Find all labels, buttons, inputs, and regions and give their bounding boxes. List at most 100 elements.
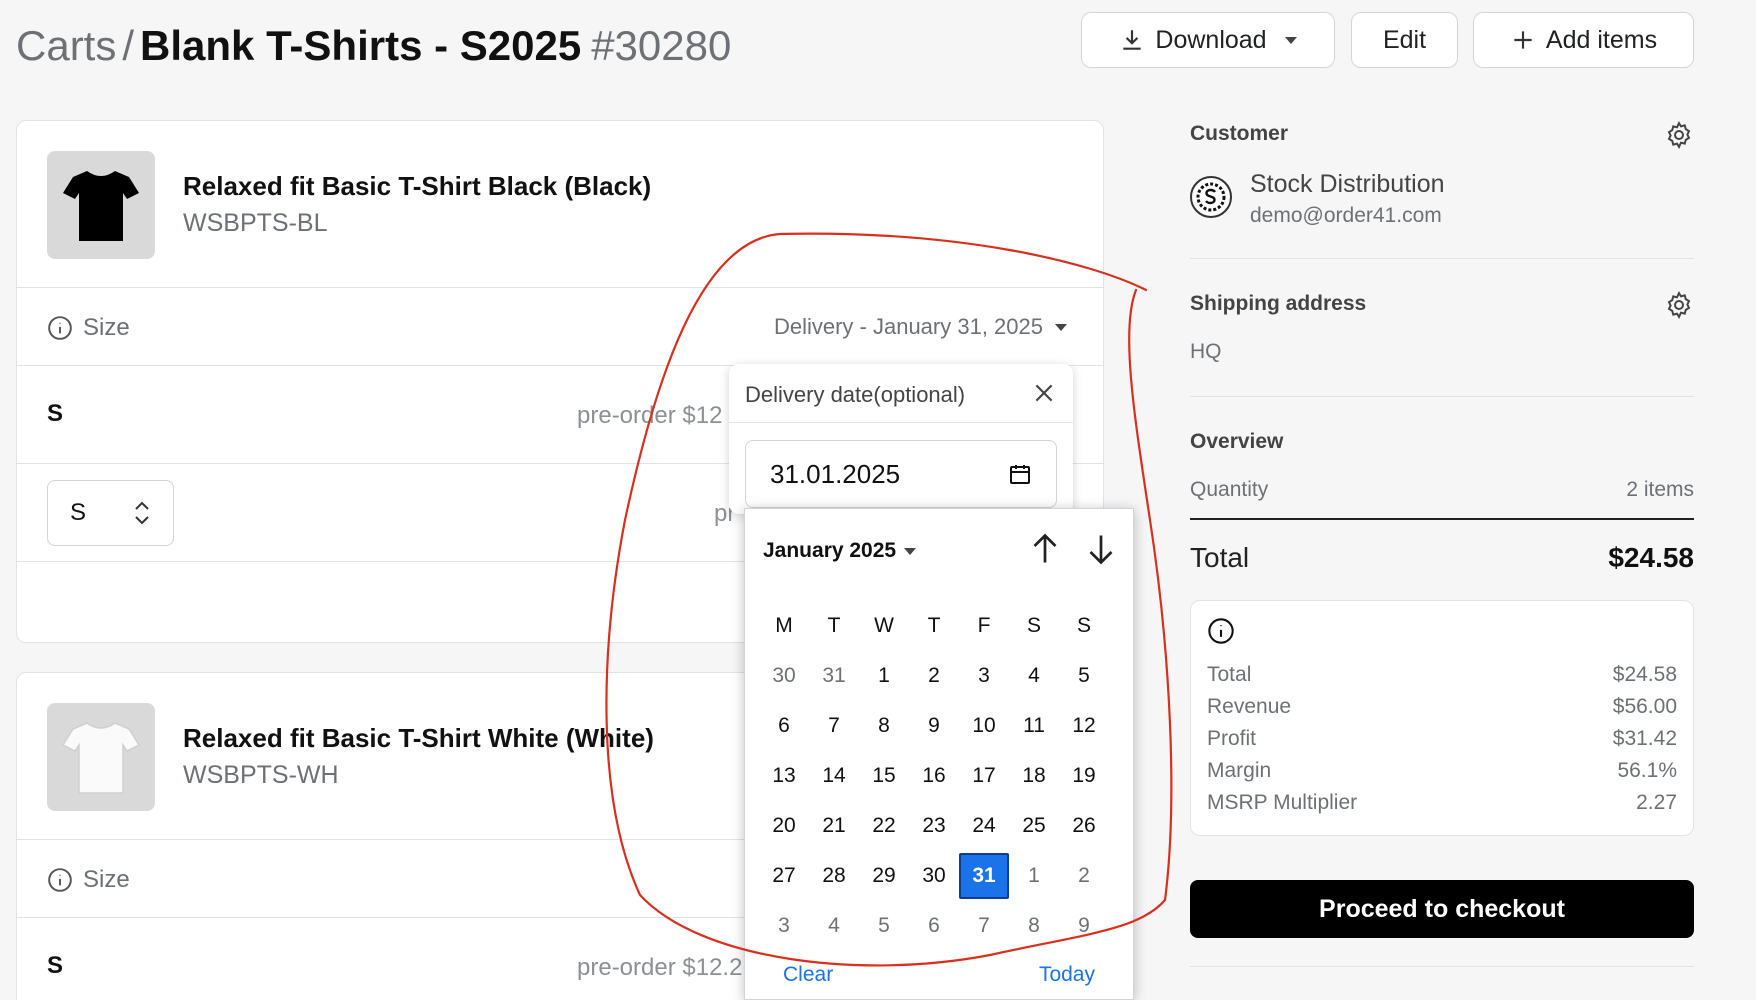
weekday-label: T (827, 614, 841, 637)
summary-label: Profit (1207, 727, 1257, 750)
product-sku: WSBPTS-WH (183, 761, 339, 789)
calendar-day[interactable]: 3 (959, 653, 1009, 699)
product-name[interactable]: Relaxed fit Basic T-Shirt White (White) (183, 723, 654, 754)
preorder-price: pre-order $12 (577, 402, 723, 429)
summary-label: Revenue (1207, 695, 1292, 718)
avatar (1190, 176, 1232, 218)
weekday-label: F (977, 614, 991, 637)
product-name[interactable]: Relaxed fit Basic T-Shirt Black (Black) (183, 171, 651, 202)
calendar-day[interactable]: 17 (959, 753, 1009, 799)
calendar-day[interactable]: 31 (959, 853, 1009, 899)
calendar-day[interactable]: 5 (859, 903, 909, 949)
date-input[interactable]: 31.01.2025 (745, 440, 1057, 508)
size-select[interactable]: S (47, 480, 174, 546)
calendar-day[interactable]: 7 (809, 703, 859, 749)
size-label: Size (47, 314, 130, 342)
customer-title: Customer (1190, 122, 1289, 145)
calendar-day[interactable]: 14 (809, 753, 859, 799)
calendar-day[interactable]: 27 (759, 853, 809, 899)
calendar-day[interactable]: 9 (909, 703, 959, 749)
download-button[interactable]: Download (1081, 12, 1335, 68)
calendar-day[interactable]: 11 (1009, 703, 1059, 749)
calendar-day[interactable]: 24 (959, 803, 1009, 849)
info-icon (48, 868, 72, 892)
calendar-day[interactable]: 31 (809, 653, 859, 699)
arrow-up-icon[interactable] (1027, 531, 1063, 567)
calendar-day[interactable]: 8 (859, 703, 909, 749)
calendar-day[interactable]: 19 (1059, 753, 1109, 799)
download-button-label: Download (1155, 25, 1267, 54)
divider (1190, 518, 1694, 520)
summary-row: MSRP Multiplier 2.27 (1207, 791, 1677, 815)
info-icon (1208, 618, 1234, 644)
calendar-day[interactable]: 4 (1009, 653, 1059, 699)
calendar-day[interactable]: 7 (959, 903, 1009, 949)
calendar-day[interactable]: 26 (1059, 803, 1109, 849)
add-items-button[interactable]: Add items (1473, 12, 1694, 68)
clear-button[interactable]: Clear (783, 963, 833, 987)
calendar-day[interactable]: 28 (809, 853, 859, 899)
size-label: Size (47, 866, 130, 894)
delivery-dropdown-label: Delivery - January 31, 2025 (773, 314, 1043, 339)
breadcrumb-carts[interactable]: Carts (16, 22, 116, 70)
calendar-day[interactable]: 2 (909, 653, 959, 699)
calendar-icon[interactable] (1008, 462, 1032, 486)
calendar-day[interactable]: 13 (759, 753, 809, 799)
calendar-day[interactable]: 25 (1009, 803, 1059, 849)
calendar-day[interactable]: 2 (1059, 853, 1109, 899)
arrow-down-icon[interactable] (1083, 531, 1119, 567)
calendar-day[interactable]: 21 (809, 803, 859, 849)
variant-size: S (47, 952, 64, 979)
size-label-text: Size (83, 866, 130, 893)
summary-label: Margin (1207, 759, 1272, 782)
month-year-select[interactable]: January 2025 (763, 539, 917, 563)
product-thumbnail (47, 703, 155, 811)
calendar-day[interactable]: 30 (759, 653, 809, 699)
delivery-dropdown[interactable]: Delivery - January 31, 2025 (774, 314, 1067, 340)
edit-button[interactable]: Edit (1351, 12, 1458, 68)
calendar-day[interactable]: 9 (1059, 903, 1109, 949)
summary-row: Total $24.58 (1207, 663, 1677, 687)
cart-id: #30280 (591, 22, 732, 69)
total-value: $24.58 (1608, 542, 1694, 573)
quantity-label: Quantity (1190, 478, 1269, 501)
summary-box: Total $24.58 Revenue $56.00 Profit $31.42 M… (1190, 600, 1694, 836)
calendar-day[interactable]: 29 (859, 853, 909, 899)
calendar-day[interactable]: 4 (809, 903, 859, 949)
calendar-day[interactable]: 23 (909, 803, 959, 849)
preorder-price: pre-order $12.2 (577, 954, 743, 981)
summary-value: $24.58 (1612, 663, 1677, 686)
summary-value: 56.1% (1617, 759, 1677, 782)
calendar-day[interactable]: 3 (759, 903, 809, 949)
calendar-day[interactable]: 18 (1009, 753, 1059, 799)
summary-label: MSRP Multiplier (1207, 791, 1358, 814)
chevron-down-icon (1055, 323, 1067, 331)
gear-icon[interactable] (1664, 120, 1694, 150)
calendar-day[interactable]: 6 (759, 703, 809, 749)
chevron-down-icon (1284, 36, 1297, 44)
shipping-address: HQ (1190, 340, 1222, 363)
calendar-day[interactable]: 1 (859, 653, 909, 699)
close-icon[interactable] (1031, 380, 1057, 406)
calendar-day[interactable]: 12 (1059, 703, 1109, 749)
calendar-day[interactable]: 20 (759, 803, 809, 849)
month-nav (1027, 531, 1119, 567)
calendar-day[interactable]: 1 (1009, 853, 1059, 899)
divider (1190, 966, 1694, 967)
calendar-day[interactable]: 22 (859, 803, 909, 849)
gear-icon[interactable] (1664, 290, 1694, 320)
page-title: Blank T-Shirts - S2025 (140, 22, 582, 69)
today-button[interactable]: Today (1039, 963, 1095, 987)
customer-name[interactable]: Stock Distribution (1250, 170, 1445, 199)
tshirt-image (61, 722, 141, 794)
shipping-title: Shipping address (1190, 292, 1367, 315)
calendar-day[interactable]: 5 (1059, 653, 1109, 699)
proceed-to-checkout-button[interactable]: Proceed to checkout (1190, 880, 1694, 938)
calendar-day[interactable]: 15 (859, 753, 909, 799)
summary-row: Revenue $56.00 (1207, 695, 1677, 719)
calendar-day[interactable]: 30 (909, 853, 959, 899)
calendar-day[interactable]: 16 (909, 753, 959, 799)
calendar-day[interactable]: 6 (909, 903, 959, 949)
calendar-day[interactable]: 8 (1009, 903, 1059, 949)
calendar-day[interactable]: 10 (959, 703, 1009, 749)
